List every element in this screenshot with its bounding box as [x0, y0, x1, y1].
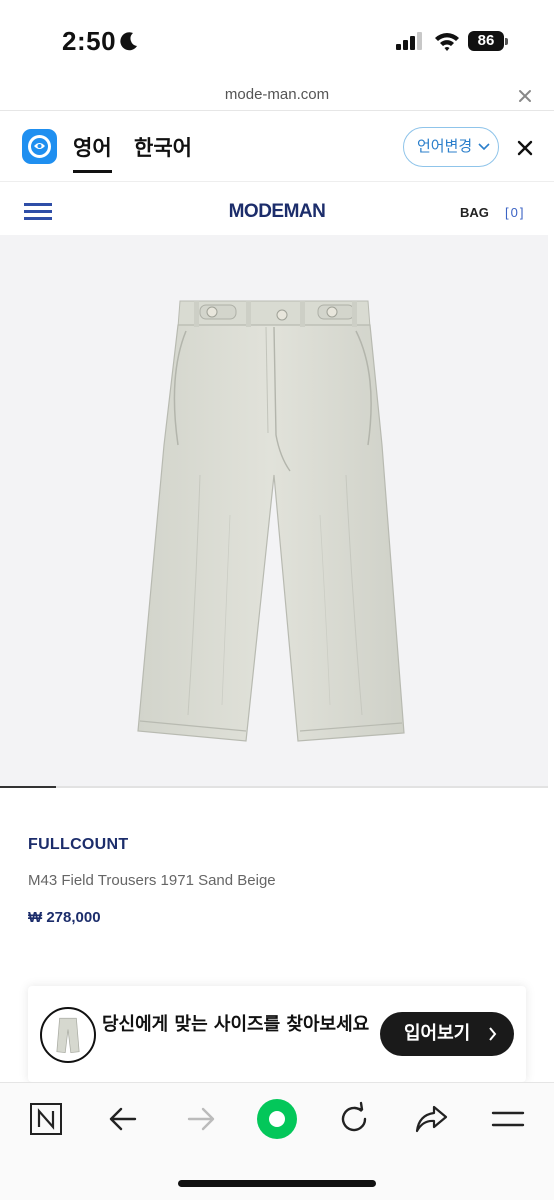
trousers-image: [137, 300, 405, 742]
battery-icon: 86: [468, 31, 508, 51]
tab-english[interactable]: 영어: [73, 132, 112, 173]
size-finder-banner[interactable]: 당신에게 맞는 사이즈를 찾아보세요 입어보기: [28, 986, 526, 1082]
change-language-button[interactable]: 언어변경: [403, 127, 499, 167]
product-name: M43 Field Trousers 1971 Sand Beige: [28, 872, 276, 889]
bag-link[interactable]: BAG: [460, 205, 489, 220]
green-circle-icon[interactable]: [256, 1098, 298, 1140]
trousers-thumbnail: [40, 1007, 96, 1063]
translate-bar: 영어 한국어 언어변경: [0, 112, 554, 182]
try-on-label: 입어보기: [404, 1023, 471, 1044]
back-arrow-icon[interactable]: [103, 1099, 143, 1139]
url-text[interactable]: mode-man.com: [0, 86, 554, 103]
refresh-icon[interactable]: [334, 1099, 374, 1139]
chevron-down-icon: [478, 143, 490, 151]
product-price: ₩ 278,000: [28, 909, 101, 926]
bag-count[interactable]: [0]: [505, 205, 525, 220]
change-language-label: 언어변경: [417, 137, 473, 155]
status-bar: 2:50 86: [0, 0, 554, 80]
home-indicator: [178, 1180, 376, 1187]
gallery-progress-track: [0, 786, 548, 788]
site-header: MODEMAN BAG [0]: [0, 183, 554, 235]
battery-level: 86: [468, 31, 504, 51]
menu-icon[interactable]: [488, 1099, 528, 1139]
product-image[interactable]: [0, 235, 548, 787]
size-finder-text: 당신에게 맞는 사이즈를 찾아보세요: [102, 1014, 370, 1035]
moon-icon: [120, 32, 137, 51]
wifi-icon: [435, 33, 459, 51]
translate-close-icon[interactable]: [514, 137, 536, 159]
share-icon[interactable]: [411, 1099, 451, 1139]
papago-logo-icon: [22, 129, 57, 164]
forward-arrow-icon[interactable]: [181, 1099, 221, 1139]
try-on-button[interactable]: 입어보기: [380, 1012, 514, 1056]
product-brand[interactable]: FULLCOUNT: [28, 836, 128, 854]
naver-home-icon[interactable]: [26, 1099, 66, 1139]
status-time: 2:50: [62, 26, 117, 56]
url-bar[interactable]: mode-man.com: [0, 80, 554, 111]
signal-icon: [396, 32, 422, 50]
close-icon[interactable]: [515, 86, 535, 106]
tab-korean[interactable]: 한국어: [134, 132, 192, 162]
chevron-right-icon: [489, 1027, 497, 1041]
gallery-progress-indicator: [0, 786, 56, 788]
